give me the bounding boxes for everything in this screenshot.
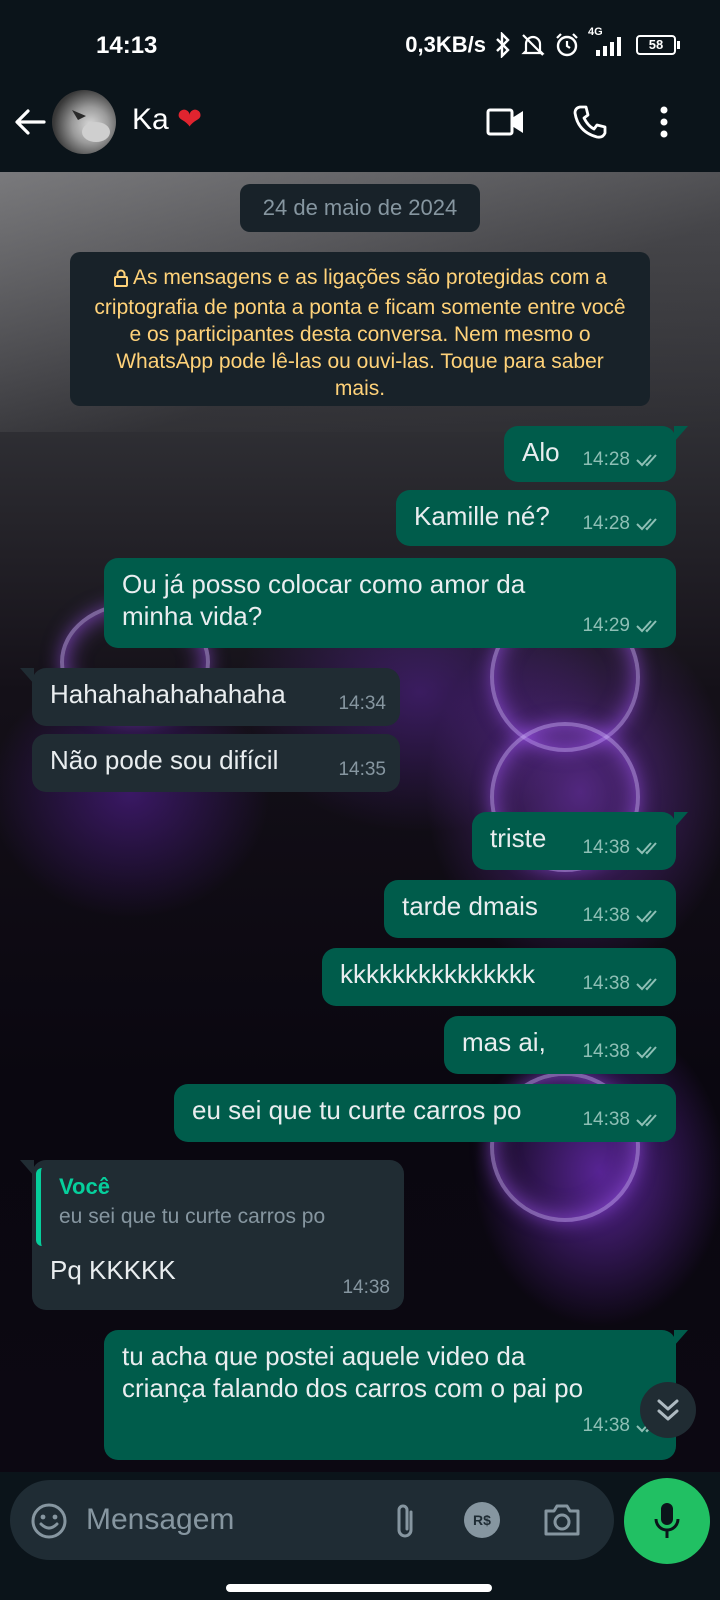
status-bar: 14:13 0,3KB/s 4G 58 xyxy=(0,0,720,88)
message-time: 14:38 xyxy=(342,1277,390,1298)
scroll-to-bottom-button[interactable] xyxy=(640,1382,696,1438)
chat-area[interactable]: 24 de maio de 2024 As mensagens e as lig… xyxy=(0,172,720,1472)
message-input[interactable] xyxy=(86,1498,386,1542)
read-ticks-icon xyxy=(636,842,657,855)
network-type: 4G xyxy=(588,26,603,38)
message-time: 14:34 xyxy=(338,693,386,714)
bluetooth-icon xyxy=(494,32,512,58)
mic-icon xyxy=(654,1503,680,1538)
message-time: 14:38 xyxy=(582,905,630,926)
message-meta: 14:38 xyxy=(582,832,662,864)
more-options-icon[interactable] xyxy=(656,104,672,145)
composer-bar: R$ xyxy=(0,1472,720,1600)
battery-icon: 58 xyxy=(636,35,680,55)
contact-name-text: Ka xyxy=(132,103,169,136)
emoji-icon[interactable] xyxy=(30,1502,68,1545)
message-time: 14:28 xyxy=(582,513,630,534)
quoted-message[interactable]: Você eu sei que tu curte carros po xyxy=(36,1168,396,1246)
encryption-notice-text: As mensagens e as ligações são protegida… xyxy=(94,266,626,400)
contact-name[interactable]: Ka ❤ xyxy=(132,102,202,137)
message-text: tarde dmais xyxy=(402,891,538,921)
quoted-author: Você xyxy=(59,1174,110,1199)
message-time: 14:38 xyxy=(582,1415,630,1436)
message-text: Kamille né? xyxy=(414,501,550,531)
message-text-line: criança falando dos carros com o pai po xyxy=(122,1373,584,1403)
back-arrow-icon[interactable] xyxy=(14,106,46,143)
message-bubble-incoming-reply[interactable]: Você eu sei que tu curte carros po Pq KK… xyxy=(20,1160,404,1310)
payment-label: R$ xyxy=(473,1512,491,1528)
message-meta: 14:38 xyxy=(582,900,662,932)
message-bubble-outgoing[interactable]: tu acha que postei aquele video da crian… xyxy=(104,1330,688,1460)
signal-icon: 4G xyxy=(588,26,628,58)
message-meta: 14:34 xyxy=(338,688,386,720)
message-meta: 14:38 xyxy=(342,1272,390,1304)
message-meta: 14:38 xyxy=(582,968,662,1000)
message-time: 14:35 xyxy=(338,759,386,780)
message-text: Pq KKKKK xyxy=(50,1255,176,1285)
read-ticks-icon xyxy=(636,978,657,991)
message-input-container[interactable]: R$ xyxy=(10,1480,614,1560)
alarm-icon xyxy=(554,32,580,58)
message-bubble-incoming[interactable]: Não pode sou difícil 14:35 xyxy=(32,734,400,792)
message-text: eu sei que tu curte carros po xyxy=(192,1095,522,1125)
camera-icon[interactable] xyxy=(542,1502,582,1543)
status-icons: 0,3KB/s 4G 58 xyxy=(405,26,680,58)
mic-button[interactable] xyxy=(624,1478,710,1564)
read-ticks-icon xyxy=(636,620,657,633)
date-chip: 24 de maio de 2024 xyxy=(240,184,480,232)
message-bubble-outgoing[interactable]: kkkkkkkkkkkkkkk 14:38 xyxy=(322,948,676,1006)
read-ticks-icon xyxy=(636,1046,657,1059)
message-meta: 14:28 xyxy=(582,444,662,476)
message-bubble-outgoing[interactable]: eu sei que tu curte carros po 14:38 xyxy=(174,1084,676,1142)
voice-call-icon[interactable] xyxy=(572,104,608,145)
message-bubble-outgoing[interactable]: Alo 14:28 xyxy=(504,426,688,482)
encryption-notice[interactable]: As mensagens e as ligações são protegida… xyxy=(70,252,650,406)
home-indicator[interactable] xyxy=(226,1584,492,1592)
message-meta: 14:28 xyxy=(582,508,662,540)
message-time: 14:29 xyxy=(582,615,630,636)
message-bubble-outgoing[interactable]: mas ai, 14:38 xyxy=(444,1016,676,1074)
message-time: 14:38 xyxy=(582,1109,630,1130)
video-call-icon[interactable] xyxy=(486,104,526,145)
payment-icon[interactable]: R$ xyxy=(464,1502,500,1538)
message-text-line: tu acha que postei aquele video da xyxy=(122,1341,526,1371)
message-bubble-incoming[interactable]: Hahahahahahahaha 14:34 xyxy=(20,668,400,726)
message-time: 14:38 xyxy=(582,1041,630,1062)
message-text: kkkkkkkkkkkkkkk xyxy=(340,959,535,989)
message-bubble-outgoing[interactable]: tarde dmais 14:38 xyxy=(384,880,676,938)
read-ticks-icon xyxy=(636,1114,657,1127)
read-ticks-icon xyxy=(636,518,657,531)
message-text-line: Ou já posso colocar como amor da xyxy=(122,569,526,599)
message-text: triste xyxy=(490,823,547,853)
message-time: 14:38 xyxy=(582,973,630,994)
message-time: 14:38 xyxy=(582,837,630,858)
read-ticks-icon xyxy=(636,910,657,923)
message-text: Alo xyxy=(522,437,560,467)
status-time: 14:13 xyxy=(96,32,158,59)
message-bubble-outgoing[interactable]: Kamille né? 14:28 xyxy=(396,490,676,546)
message-meta: 14:38 xyxy=(582,1036,662,1068)
avatar[interactable] xyxy=(52,90,116,154)
message-meta: 14:29 xyxy=(582,610,662,642)
double-chevron-down-icon xyxy=(657,1399,679,1421)
message-text: Não pode sou difícil xyxy=(50,745,279,775)
quoted-text: eu sei que tu curte carros po xyxy=(59,1205,326,1228)
net-speed: 0,3KB/s xyxy=(405,32,486,57)
lock-icon xyxy=(113,267,129,294)
chat-header: Ka ❤ xyxy=(0,88,720,172)
message-meta: 14:35 xyxy=(338,754,386,786)
message-text: mas ai, xyxy=(462,1027,546,1057)
read-ticks-icon xyxy=(636,454,657,467)
attach-icon[interactable] xyxy=(390,1502,420,1547)
message-meta: 14:38 xyxy=(582,1104,662,1136)
message-bubble-outgoing[interactable]: triste 14:38 xyxy=(472,812,688,870)
message-text-line: minha vida? xyxy=(122,601,263,631)
battery-level: 58 xyxy=(636,35,676,55)
message-text: Hahahahahahahaha xyxy=(50,679,286,709)
message-bubble-outgoing[interactable]: Ou já posso colocar como amor da minha v… xyxy=(104,558,676,648)
message-time: 14:28 xyxy=(582,449,630,470)
heart-emoji: ❤ xyxy=(177,103,203,136)
mute-bell-icon xyxy=(520,32,546,58)
